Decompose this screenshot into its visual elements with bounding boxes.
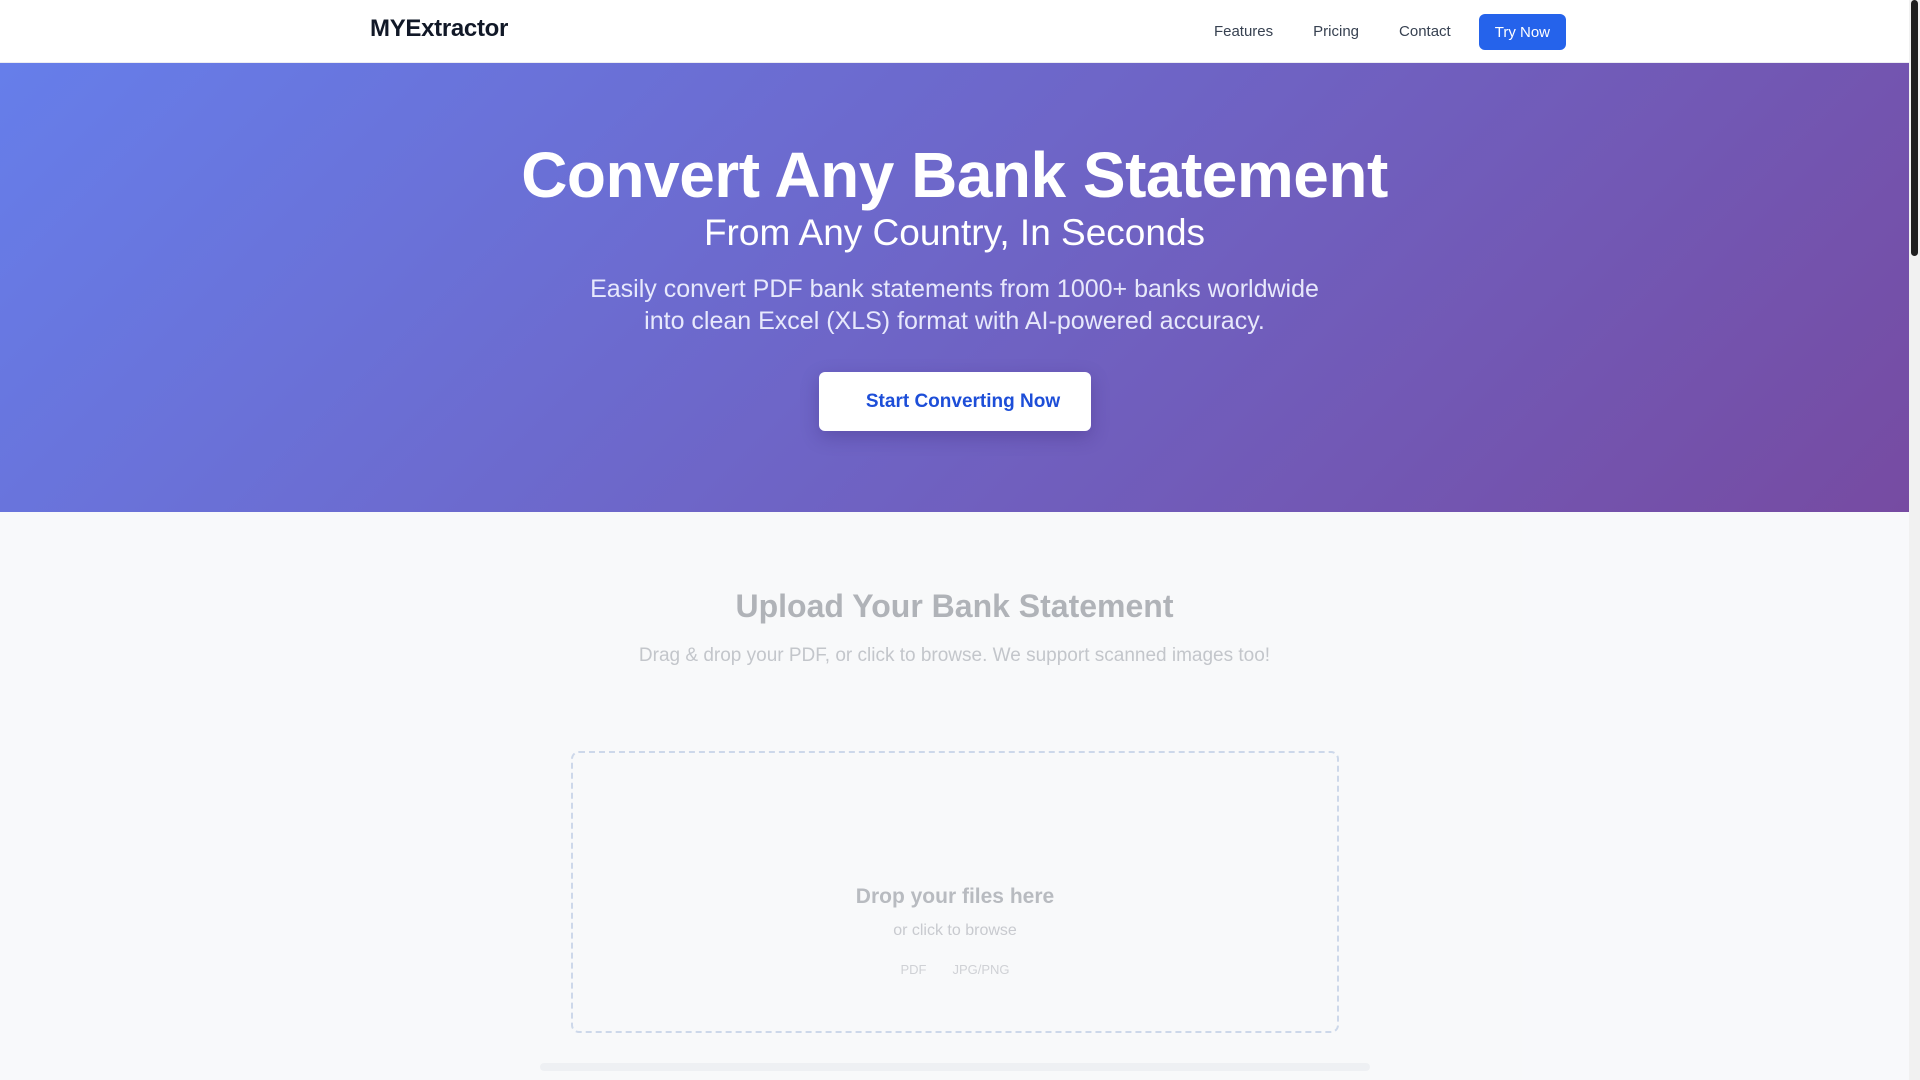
file-dropzone[interactable]: Drop your files here or click to browse … [571, 751, 1339, 1033]
dropzone-title: Drop your files here [855, 885, 1055, 908]
scrollbar-thumb[interactable] [1911, 0, 1918, 256]
nav-link-pricing[interactable]: Pricing [1313, 14, 1359, 50]
logo[interactable]: MYExtractor [370, 15, 508, 43]
dropzone-browse-text: or click to browse [893, 922, 1017, 939]
hero-section: Convert Any Bank Statement From Any Coun… [0, 63, 1909, 512]
hero-subtitle: From Any Country, In Seconds [703, 212, 1206, 253]
progress-track [540, 1063, 1370, 1071]
try-now-button[interactable]: Try Now [1478, 14, 1566, 50]
hero-description-line-2: into clean Excel (XLS) format with AI-po… [644, 307, 1265, 335]
nav-link-contact[interactable]: Contact [1399, 14, 1451, 50]
start-converting-button[interactable]: Start Converting Now [819, 372, 1091, 431]
format-tag-pdf: PDF [900, 962, 927, 977]
upload-title: Upload Your Bank Statement [735, 588, 1174, 624]
page-scrollbar[interactable] [1909, 0, 1920, 1080]
hero-description: Easily convert PDF bank statements from … [0, 273, 1909, 337]
page: MYExtractor Features Pricing Contact Try… [0, 0, 1909, 1080]
main-nav: Features Pricing Contact Try Now [1214, 14, 1566, 50]
upload-subtitle: Drag & drop your PDF, or click to browse… [638, 645, 1271, 666]
hero-title: Convert Any Bank Statement [521, 139, 1388, 211]
hero-description-line-1: Easily convert PDF bank statements from … [590, 275, 1319, 303]
supported-formats: PDF JPG/PNG [573, 962, 1337, 977]
site-header: MYExtractor Features Pricing Contact Try… [0, 0, 1909, 63]
format-tag-image: JPG/PNG [952, 962, 1010, 977]
nav-link-features[interactable]: Features [1214, 14, 1273, 50]
